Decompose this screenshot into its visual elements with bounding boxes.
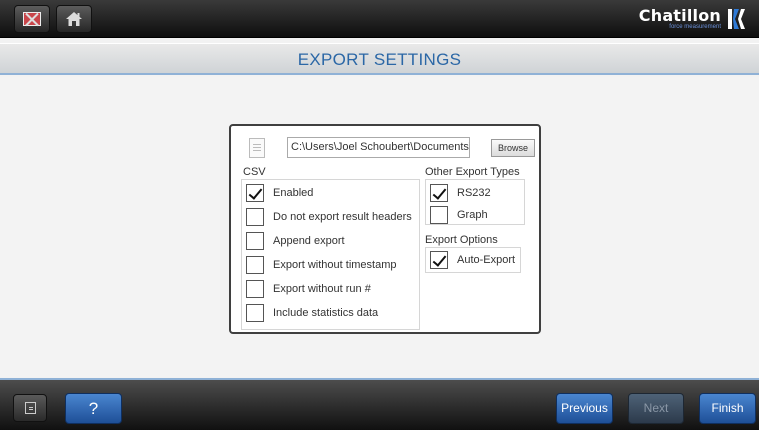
checkbox-label: RS232 bbox=[457, 187, 491, 199]
append-export-option[interactable]: Append export bbox=[246, 232, 345, 250]
top-bar: Chatillon force measurement bbox=[0, 0, 759, 38]
exit-icon bbox=[23, 12, 41, 26]
checkbox-label: Export without timestamp bbox=[273, 259, 397, 271]
home-button[interactable] bbox=[56, 5, 92, 33]
checkbox-label: Graph bbox=[457, 209, 488, 221]
previous-button[interactable]: Previous bbox=[556, 393, 613, 424]
without-timestamp-checkbox[interactable] bbox=[246, 256, 264, 274]
no-result-headers-option[interactable]: Do not export result headers bbox=[246, 208, 412, 226]
checkbox-label: Do not export result headers bbox=[273, 211, 412, 223]
checkbox-label: Append export bbox=[273, 235, 345, 247]
document-icon[interactable] bbox=[249, 138, 265, 158]
main-area: C:\Users\Joel Schoubert\Documents\CS Bro… bbox=[0, 77, 759, 377]
no-result-headers-checkbox[interactable] bbox=[246, 208, 264, 226]
title-band: EXPORT SETTINGS bbox=[0, 43, 759, 75]
menu-button[interactable] bbox=[13, 394, 47, 422]
export-path-field[interactable]: C:\Users\Joel Schoubert\Documents\CS bbox=[287, 137, 470, 158]
csv-enabled-checkbox[interactable] bbox=[246, 184, 264, 202]
checkbox-label: Enabled bbox=[273, 187, 314, 199]
statistics-data-checkbox[interactable] bbox=[246, 304, 264, 322]
csv-group-label: CSV bbox=[243, 166, 266, 178]
append-export-checkbox[interactable] bbox=[246, 232, 264, 250]
exit-button[interactable] bbox=[14, 5, 50, 33]
export-options-label: Export Options bbox=[425, 234, 498, 246]
home-icon bbox=[66, 12, 82, 26]
logo-subtext: force measurement bbox=[669, 24, 721, 30]
auto-export-checkbox[interactable] bbox=[430, 251, 448, 269]
auto-export-option[interactable]: Auto-Export bbox=[430, 251, 515, 269]
rs232-option[interactable]: RS232 bbox=[430, 184, 491, 202]
without-run-checkbox[interactable] bbox=[246, 280, 264, 298]
other-export-types-label: Other Export Types bbox=[425, 166, 520, 178]
export-settings-panel: C:\Users\Joel Schoubert\Documents\CS Bro… bbox=[229, 124, 541, 334]
without-timestamp-option[interactable]: Export without timestamp bbox=[246, 256, 397, 274]
next-button[interactable]: Next bbox=[628, 393, 684, 424]
graph-checkbox[interactable] bbox=[430, 206, 448, 224]
statistics-data-option[interactable]: Include statistics data bbox=[246, 304, 378, 322]
help-button[interactable]: ? bbox=[65, 393, 122, 424]
csv-enabled-option[interactable]: Enabled bbox=[246, 184, 313, 202]
without-run-option[interactable]: Export without run # bbox=[246, 280, 371, 298]
browse-button[interactable]: Browse bbox=[491, 139, 535, 157]
checkbox-label: Auto-Export bbox=[457, 254, 516, 266]
checkbox-label: Include statistics data bbox=[273, 307, 379, 319]
chatillon-logo: Chatillon force measurement bbox=[639, 6, 751, 32]
rs232-checkbox[interactable] bbox=[430, 184, 448, 202]
logo-mark-icon bbox=[728, 9, 745, 29]
checkbox-label: Export without run # bbox=[273, 283, 371, 295]
bottom-bar: ? Previous Next Finish bbox=[0, 378, 759, 430]
logo-text: Chatillon bbox=[638, 6, 721, 25]
menu-icon bbox=[25, 402, 36, 414]
finish-button[interactable]: Finish bbox=[699, 393, 756, 424]
graph-option[interactable]: Graph bbox=[430, 206, 488, 224]
page-title: EXPORT SETTINGS bbox=[297, 50, 462, 69]
